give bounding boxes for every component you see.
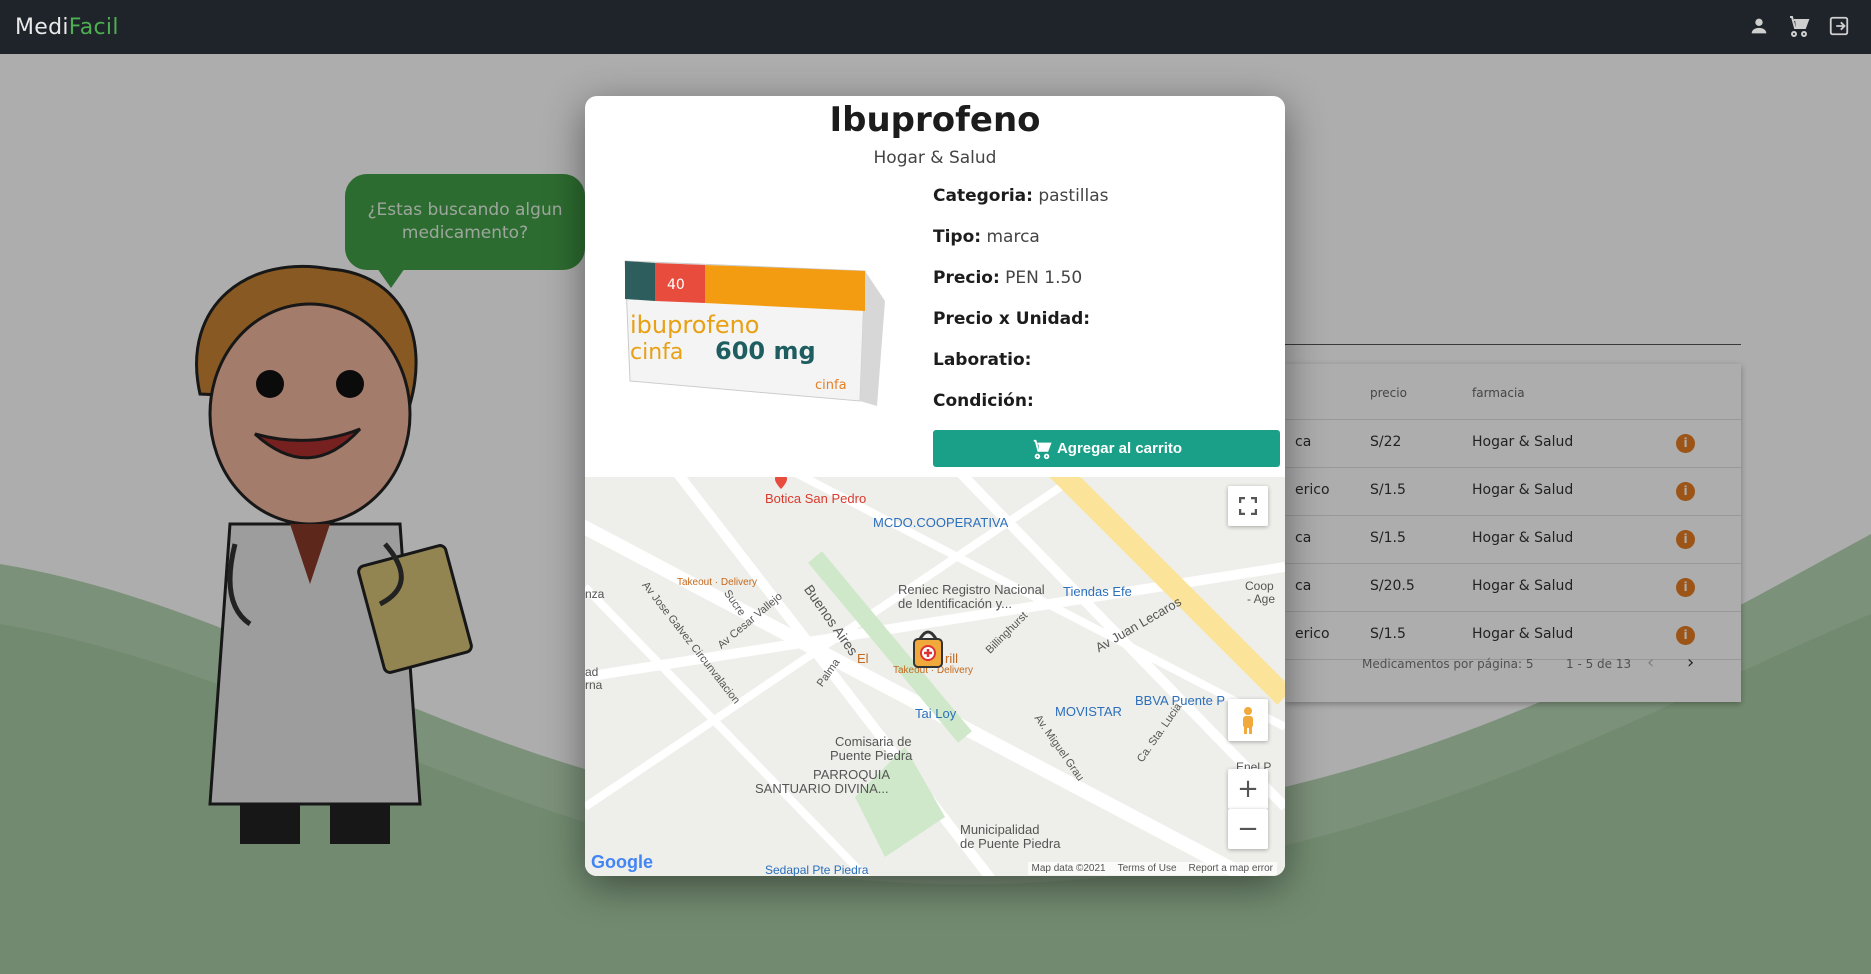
detail-precio-unidad: Precio x Unidad: (933, 309, 1091, 329)
minus-icon: − (1237, 814, 1259, 844)
add-to-cart-button[interactable]: Agregar al carrito (933, 430, 1280, 467)
map-label-municipalidad2: de Puente Piedra (960, 836, 1061, 851)
product-title: Ibuprofeno (829, 100, 1041, 140)
map-label-parroquia2: SANTUARIO DIVINA... (755, 781, 889, 796)
map-label-tai-loy: Tai Loy (915, 706, 957, 721)
detail-laboratorio: Laboratio: (933, 350, 1032, 370)
detail-precio: Precio: PEN 1.50 (933, 268, 1083, 288)
map-label-movistar: MOVISTAR (1055, 704, 1122, 719)
pharmacy-marker-icon[interactable] (910, 627, 946, 669)
map-label-el: El (857, 651, 869, 666)
map-label-mcdo: MCDO.COOPERATIVA (873, 515, 1009, 530)
map-label-comisaria1: Comisaria de (835, 734, 912, 749)
map-label-rna: rna (585, 678, 603, 692)
cart-icon[interactable] (1787, 14, 1811, 38)
map-label-tiendas: Tiendas Efe (1063, 584, 1132, 599)
map-label-municipalidad1: Municipalidad (960, 822, 1040, 837)
brand-part1: Medi (15, 14, 69, 40)
box-dose: 600 mg (715, 337, 816, 365)
map-label-coop2: - Age (1247, 592, 1276, 606)
map-label-parroquia1: PARROQUIA (813, 767, 891, 782)
box-name-line1: ibuprofeno (630, 311, 759, 339)
detail-condicion: Condición: (933, 391, 1034, 411)
map-label-coop1: Coop (1245, 579, 1274, 593)
street-view-button[interactable] (1228, 699, 1268, 741)
product-modal: Ibuprofeno Hogar & Salud 40 ibuprofeno c… (585, 96, 1285, 876)
pegman-icon (1243, 707, 1253, 734)
map-label-takeout1: Takeout · Delivery (677, 577, 758, 588)
brand-logo[interactable]: MediFacil (15, 15, 119, 40)
terms-link[interactable]: Terms of Use (1118, 863, 1177, 874)
location-map[interactable]: Botica San Pedro MCDO.COOPERATIVA Takeou… (585, 477, 1285, 876)
add-to-cart-label: Agregar al carrito (1056, 440, 1183, 457)
cart-icon (1033, 439, 1052, 459)
zoom-out-button[interactable]: − (1228, 809, 1268, 849)
map-data-label: Map data ©2021 (1031, 863, 1106, 874)
map-label-reniec1: Reniec Registro Nacional (898, 582, 1045, 597)
pharmacy-name: Hogar & Salud (873, 148, 997, 168)
map-label-ad: ad (585, 665, 599, 679)
map-footer: Map data ©2021 Terms of Use Report a map… (1027, 862, 1277, 875)
google-logo: Google (591, 852, 653, 873)
zoom-in-button[interactable]: + (1228, 769, 1268, 809)
google-logo-text: Google (591, 852, 653, 872)
box-count: 40 (667, 277, 685, 293)
map-label-sedapal: Sedapal Pte Piedra (765, 863, 869, 876)
box-name-line2: cinfa (630, 340, 683, 365)
product-details: Categoria: pastillas Tipo: marca Precio:… (933, 186, 1273, 432)
detail-categoria: Categoria: pastillas (933, 186, 1109, 206)
map-label-nza: nza (585, 587, 605, 601)
map-label-botica: Botica San Pedro (765, 491, 867, 506)
detail-tipo: Tipo: marca (933, 227, 1040, 247)
map-streets (585, 477, 1285, 876)
report-error-link[interactable]: Report a map error (1189, 863, 1273, 874)
map-pin-icon (775, 477, 787, 489)
logout-icon[interactable] (1827, 14, 1851, 38)
map-label-rill: rill (945, 651, 958, 666)
brand-part2: Facil (68, 14, 119, 40)
map-label-comisaria2: Puente Piedra (830, 748, 913, 763)
top-navbar: MediFacil (0, 0, 1871, 54)
account-icon[interactable] (1747, 14, 1771, 38)
plus-icon: + (1237, 774, 1259, 804)
product-image: 40 ibuprofeno cinfa 600 mg cinfa (624, 260, 885, 406)
box-brand: cinfa (815, 378, 847, 393)
fullscreen-icon (1239, 497, 1257, 515)
fullscreen-button[interactable] (1228, 486, 1268, 526)
map-label-reniec2: de Identificación y... (898, 596, 1012, 611)
